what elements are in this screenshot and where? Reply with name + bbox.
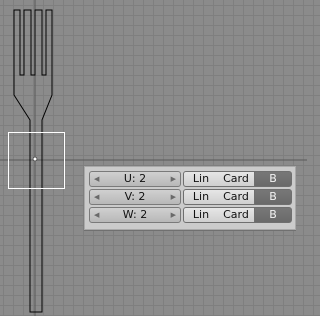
w-card-button[interactable]: Card <box>218 207 255 223</box>
right-arrow-icon[interactable]: ▶ <box>171 172 176 186</box>
v-resolution-value: V: 2 <box>124 190 146 203</box>
lattice-point[interactable] <box>32 156 38 162</box>
right-arrow-icon[interactable]: ▶ <box>171 190 176 204</box>
right-arrow-icon[interactable]: ▶ <box>171 208 176 222</box>
u-lin-button[interactable]: Lin <box>183 171 219 187</box>
3d-viewport[interactable] <box>0 0 307 316</box>
v-card-button[interactable]: Card <box>218 189 255 205</box>
u-resolution-value: U: 2 <box>123 172 147 185</box>
v-resolution-field[interactable]: ◀ V: 2 ▶ <box>89 189 181 205</box>
v-lin-button[interactable]: Lin <box>183 189 219 205</box>
w-resolution-value: W: 2 <box>122 208 148 221</box>
fork-mesh-outline <box>13 9 53 313</box>
w-b-button[interactable]: B <box>254 207 292 223</box>
u-card-button[interactable]: Card <box>218 171 255 187</box>
u-resolution-field[interactable]: ◀ U: 2 ▶ <box>89 171 181 187</box>
v-b-button[interactable]: B <box>254 189 292 205</box>
w-lin-button[interactable]: Lin <box>183 207 219 223</box>
u-b-button[interactable]: B <box>254 171 292 187</box>
lattice-resolution-panel: ◀ U: 2 ▶ Lin Card B ◀ V: 2 ▶ Lin Card B … <box>84 166 296 230</box>
w-resolution-field[interactable]: ◀ W: 2 ▶ <box>89 207 181 223</box>
